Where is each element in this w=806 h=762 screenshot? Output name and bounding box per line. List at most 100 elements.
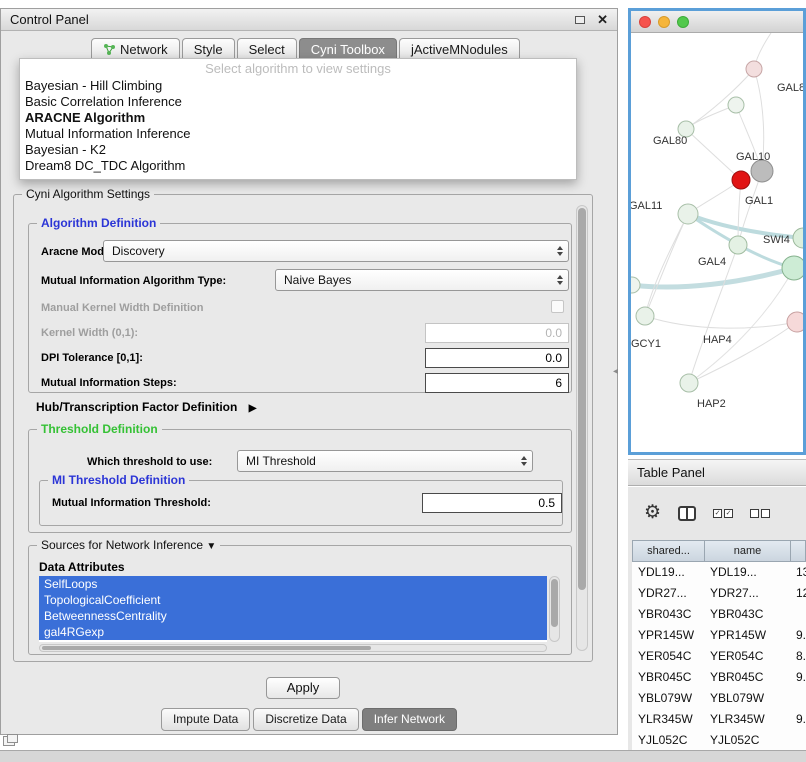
attribute-item[interactable]: TopologicalCoefficient xyxy=(39,592,547,608)
table-cell: YJL052C xyxy=(632,730,704,750)
attributes-horizontal-scrollbar[interactable] xyxy=(39,644,547,652)
network-node[interactable] xyxy=(728,97,744,113)
algorithm-option[interactable]: Bayesian - K2 xyxy=(20,142,576,158)
data-attributes-list[interactable]: SelfLoopsTopologicalCoefficientBetweenne… xyxy=(39,576,547,642)
algorithm-definition-group: Algorithm Definition Aracne Mode: Discov… xyxy=(28,223,572,393)
network-node[interactable] xyxy=(680,374,698,392)
kernel-width-field[interactable]: 0.0 xyxy=(425,323,569,343)
table-cell: 8. xyxy=(790,646,806,667)
attributes-hscroll-thumb[interactable] xyxy=(42,646,371,650)
network-node[interactable] xyxy=(729,236,747,254)
updown-arrows-icon xyxy=(521,456,527,466)
table-row[interactable]: YDL19...YDL19...13 xyxy=(632,562,806,583)
table-cell: YBL079W xyxy=(632,688,704,709)
attributes-vertical-scrollbar[interactable] xyxy=(549,576,560,642)
attribute-item[interactable]: BetweennessCentrality xyxy=(39,608,547,624)
table-row[interactable]: YPR145WYPR145W9. xyxy=(632,625,806,646)
apply-button[interactable]: Apply xyxy=(266,677,340,699)
mi-steps-field[interactable]: 6 xyxy=(425,373,569,393)
network-node[interactable] xyxy=(631,277,640,293)
table-cell: YER054C xyxy=(704,646,790,667)
algorithm-option[interactable]: ARACNE Algorithm xyxy=(20,110,576,126)
node-label: GAL10 xyxy=(736,151,770,163)
threshold-definition-group: Threshold Definition Which threshold to … xyxy=(28,429,572,533)
network-node[interactable] xyxy=(746,61,762,77)
show-columns-icon[interactable] xyxy=(678,506,696,521)
attribute-item[interactable]: gal4RGexp xyxy=(39,624,547,640)
gear-icon[interactable]: ⚙ xyxy=(644,502,661,524)
node-label: SWI4 xyxy=(763,234,790,246)
manual-kernel-checkbox[interactable] xyxy=(551,300,564,313)
checked-box-icon: ✓ xyxy=(724,509,733,518)
network-edge xyxy=(645,214,688,316)
algorithm-option[interactable]: Bayesian - Hill Climbing xyxy=(20,78,576,94)
node-label: GAL80 xyxy=(653,135,687,147)
column-header-extra[interactable] xyxy=(791,541,806,561)
network-icon xyxy=(103,43,116,56)
control-panel-titlebar: Control Panel ✕ xyxy=(1,9,617,31)
network-node[interactable] xyxy=(678,204,698,224)
table-row[interactable]: YBR043CYBR043C xyxy=(632,604,806,625)
table-row[interactable]: YDR27...YDR27...12 xyxy=(632,583,806,604)
select-all-icon[interactable]: ✓ ✓ xyxy=(713,509,733,518)
table-row[interactable]: YER054CYER054C8. xyxy=(632,646,806,667)
sources-group-title: Sources for Network Inference ▼ xyxy=(37,538,220,552)
mi-algorithm-type-label: Mutual Information Algorithm Type: xyxy=(41,275,226,287)
tab-impute-data[interactable]: Impute Data xyxy=(161,708,250,731)
column-header-shared-name[interactable]: shared... xyxy=(633,541,705,561)
hub-transcription-factor-section[interactable]: Hub/Transcription Factor Definition ▶ xyxy=(36,400,256,414)
table-row[interactable]: YJL052CYJL052C xyxy=(632,730,806,750)
collapse-down-icon[interactable]: ▼ xyxy=(206,541,216,552)
manual-kernel-label: Manual Kernel Width Definition xyxy=(41,302,203,314)
aracne-mode-select[interactable]: Discovery xyxy=(103,240,569,262)
which-threshold-select[interactable]: MI Threshold xyxy=(237,450,533,472)
mi-threshold-field[interactable]: 0.5 xyxy=(422,493,562,513)
node-label: GAL8 xyxy=(777,82,803,94)
network-window-titlebar xyxy=(631,11,803,33)
panel-collapse-arrow-icon[interactable]: ◂ xyxy=(613,366,618,377)
algorithm-definition-title: Algorithm Definition xyxy=(37,216,160,230)
table-body: YDL19...YDL19...13YDR27...YDR27...12YBR0… xyxy=(632,562,806,750)
algorithm-option[interactable]: Basic Correlation Inference xyxy=(20,94,576,110)
network-node[interactable] xyxy=(787,312,803,332)
float-window-icon[interactable] xyxy=(575,16,585,24)
hub-section-label: Hub/Transcription Factor Definition xyxy=(36,400,237,414)
settings-scrollbar[interactable] xyxy=(576,205,588,651)
settings-scrollbar-thumb[interactable] xyxy=(578,208,586,590)
restore-panel-icon[interactable] xyxy=(3,736,15,746)
zoom-traffic-light[interactable] xyxy=(677,16,689,28)
table-cell: 9. xyxy=(790,667,806,688)
minimize-traffic-light[interactable] xyxy=(658,16,670,28)
table-row[interactable]: YBL079WYBL079W xyxy=(632,688,806,709)
table-cell: YBR045C xyxy=(704,667,790,688)
control-panel: Control Panel ✕ Network Style Select Cyn… xyxy=(0,8,618,735)
table-row[interactable]: YBR045CYBR045C9. xyxy=(632,667,806,688)
network-node[interactable] xyxy=(793,228,803,248)
network-node[interactable] xyxy=(782,256,803,280)
algorithm-option[interactable]: Dream8 DC_TDC Algorithm xyxy=(20,158,576,174)
network-edge xyxy=(686,69,754,129)
tab-infer-network[interactable]: Infer Network xyxy=(362,708,457,731)
node-label: HAP4 xyxy=(703,334,732,346)
tab-discretize-data[interactable]: Discretize Data xyxy=(253,708,358,731)
close-traffic-light[interactable] xyxy=(639,16,651,28)
network-node[interactable] xyxy=(732,171,750,189)
tab-jactivemnodules-label: jActiveMNodules xyxy=(411,42,508,57)
table-cell: YPR145W xyxy=(704,625,790,646)
close-icon[interactable]: ✕ xyxy=(597,12,608,28)
table-row[interactable]: YLR345WYLR345W9. xyxy=(632,709,806,730)
network-node[interactable] xyxy=(751,160,773,182)
attributes-vscroll-thumb[interactable] xyxy=(551,579,558,627)
network-canvas[interactable]: GAL8GAL80GAL10GAL1GAL11SWI4GAL4GCY1HAP4H… xyxy=(631,33,803,453)
algorithm-option[interactable]: Mutual Information Inference xyxy=(20,126,576,142)
updown-arrows-icon xyxy=(557,246,563,256)
dpi-tolerance-field[interactable]: 0.0 xyxy=(425,348,569,368)
expand-right-icon[interactable]: ▶ xyxy=(249,403,257,414)
table-cell: 12 xyxy=(790,583,806,604)
network-node[interactable] xyxy=(636,307,654,325)
attribute-item[interactable]: SelfLoops xyxy=(39,576,547,592)
deselect-all-icon[interactable] xyxy=(750,509,770,518)
mi-algorithm-type-select[interactable]: Naive Bayes xyxy=(275,269,569,291)
mi-threshold-label: Mutual Information Threshold: xyxy=(52,497,211,509)
column-header-name[interactable]: name xyxy=(705,541,791,561)
